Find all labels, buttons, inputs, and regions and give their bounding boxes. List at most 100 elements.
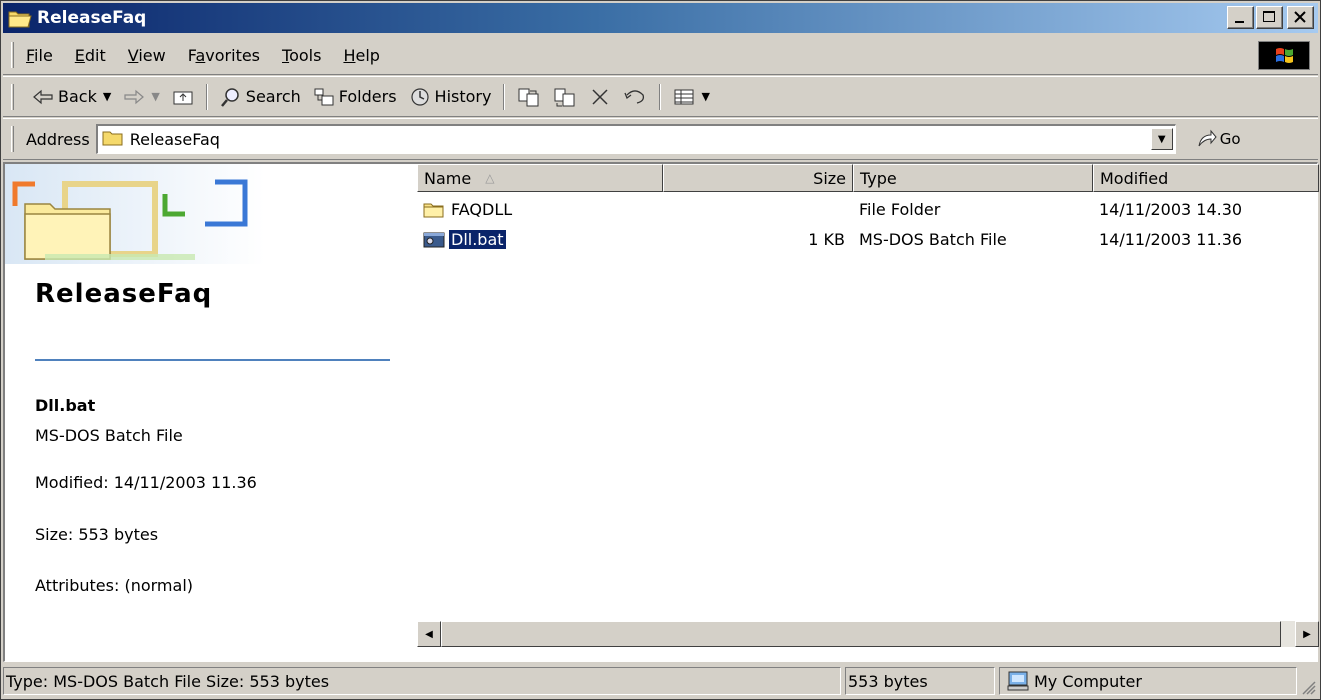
arrow-left-icon: ◀: [425, 628, 433, 640]
address-bar: Address ReleaseFaq ▼ Go: [3, 118, 1318, 160]
web-view-pane: ReleaseFaq Dll.bat MS-DOS Batch File Mod…: [5, 164, 415, 619]
address-input[interactable]: ReleaseFaq ▼: [95, 124, 1176, 154]
search-icon: [220, 87, 239, 107]
my-computer-icon: [1007, 671, 1029, 691]
menu-edit[interactable]: Edit: [75, 46, 106, 65]
delete-button[interactable]: [583, 81, 617, 113]
folder-banner: ReleaseFaq: [5, 164, 415, 361]
column-name-label: Name: [424, 168, 472, 188]
folder-open-icon: [7, 7, 33, 29]
menu-help[interactable]: Help: [343, 46, 379, 65]
status-zone: My Computer: [999, 667, 1297, 695]
history-label: History: [434, 87, 492, 106]
file-type: MS-DOS Batch File: [859, 230, 1007, 249]
column-modified-label: Modified: [1100, 168, 1169, 188]
address-grip[interactable]: [11, 126, 14, 152]
folders-label: Folders: [338, 87, 397, 106]
status-size-text: 553 bytes: [848, 671, 928, 691]
status-size: 553 bytes: [845, 667, 995, 695]
search-label: Search: [245, 87, 301, 106]
window-controls: [1227, 6, 1314, 29]
toolbar-grip[interactable]: [11, 83, 14, 110]
back-label: Back: [58, 87, 97, 106]
toolbar-separator: [205, 83, 208, 110]
standard-toolbar: Back ▼ ▼ Search Folders History ▼: [3, 76, 1318, 117]
menu-grip[interactable]: [11, 42, 14, 68]
arrow-right-icon: ▶: [1303, 628, 1311, 640]
banner-divider: [35, 359, 390, 361]
status-zone-text: My Computer: [1034, 671, 1142, 691]
back-arrow-icon: [33, 89, 53, 104]
history-button[interactable]: History: [403, 81, 498, 113]
file-name: FAQDLL: [451, 200, 513, 219]
undo-button[interactable]: [617, 81, 653, 113]
toolbar-separator: [503, 83, 506, 110]
up-folder-icon: [173, 91, 193, 104]
menu-view[interactable]: View: [128, 46, 166, 65]
status-main: Type: MS-DOS Batch File Size: 553 bytes: [3, 667, 841, 695]
column-header-size[interactable]: Size: [663, 164, 853, 192]
window-title: ReleaseFaq: [37, 8, 147, 28]
scroll-left-button[interactable]: ◀: [417, 621, 441, 647]
file-list[interactable]: Name △ Size Type Modified FAQDLL File Fo…: [417, 164, 1319, 619]
column-header-type[interactable]: Type: [853, 164, 1093, 192]
column-header-modified[interactable]: Modified: [1093, 164, 1319, 192]
list-item[interactable]: FAQDLL File Folder 14/11/2003 14.30: [417, 196, 1319, 226]
search-button[interactable]: Search: [214, 81, 307, 113]
selected-file-name: Dll.bat: [35, 396, 96, 415]
move-to-button[interactable]: [511, 81, 547, 113]
go-arrow-icon: [1198, 129, 1217, 147]
minimize-icon: [1235, 21, 1244, 23]
column-type-label: Type: [860, 168, 897, 188]
windows-logo-icon: [1258, 41, 1310, 70]
folder-banner-graphic: [5, 164, 265, 264]
close-button[interactable]: [1287, 6, 1314, 29]
go-button[interactable]: Go: [1196, 129, 1241, 149]
scroll-right-button[interactable]: ▶: [1295, 621, 1319, 647]
views-button[interactable]: ▼: [667, 81, 715, 113]
copy-to-icon: [554, 88, 575, 106]
list-item-name[interactable]: FAQDLL: [423, 200, 514, 219]
menu-file[interactable]: File: [26, 46, 53, 65]
explorer-window: ReleaseFaq File Edit View Favorites Tool…: [0, 0, 1321, 700]
minimize-button[interactable]: [1227, 6, 1254, 29]
menu-favorites[interactable]: Favorites: [188, 46, 260, 65]
batch-file-icon: [423, 232, 445, 247]
list-item-name[interactable]: Dll.bat: [423, 229, 507, 250]
folder-title: ReleaseFaq: [35, 279, 213, 309]
maximize-icon: [1263, 11, 1275, 22]
sort-ascending-icon: △: [485, 171, 495, 185]
address-dropdown-button[interactable]: ▼: [1150, 128, 1173, 150]
selected-file-type: MS-DOS Batch File: [35, 426, 183, 445]
go-label: Go: [1219, 130, 1241, 148]
file-modified: 14/11/2003 14.30: [1099, 200, 1243, 219]
history-icon: [410, 87, 429, 106]
title-bar[interactable]: ReleaseFaq: [3, 3, 1318, 33]
scrollbar-thumb[interactable]: [441, 621, 1281, 647]
copy-to-button[interactable]: [547, 81, 583, 113]
forward-button[interactable]: ▼: [117, 81, 165, 113]
file-modified: 14/11/2003 11.36: [1099, 230, 1243, 249]
column-header-name[interactable]: Name △: [417, 164, 663, 192]
list-item[interactable]: Dll.bat 1 KB MS-DOS Batch File 14/11/200…: [417, 226, 1319, 256]
dropdown-arrow-icon[interactable]: ▼: [701, 90, 709, 103]
selected-file-modified: Modified: 14/11/2003 11.36: [35, 473, 257, 492]
dropdown-arrow-icon[interactable]: ▼: [103, 90, 111, 103]
move-to-icon: [518, 88, 539, 106]
horizontal-scrollbar[interactable]: ◀ ▶: [417, 621, 1319, 647]
file-size: 1 KB: [808, 230, 845, 249]
dropdown-arrow-icon[interactable]: ▼: [151, 90, 159, 103]
menu-tools[interactable]: Tools: [282, 46, 321, 65]
back-button[interactable]: Back ▼: [26, 81, 117, 113]
maximize-button[interactable]: [1256, 6, 1283, 29]
selected-file-attributes: Attributes: (normal): [35, 576, 194, 595]
up-button[interactable]: [166, 81, 200, 113]
forward-arrow-icon: [124, 89, 145, 104]
folders-button[interactable]: Folders: [307, 81, 403, 113]
status-bar: Type: MS-DOS Batch File Size: 553 bytes …: [3, 665, 1318, 697]
file-name: Dll.bat: [448, 229, 507, 250]
undo-icon: [624, 89, 645, 104]
resize-grip-icon[interactable]: [1298, 677, 1316, 695]
delete-icon: [592, 88, 608, 105]
menu-bar: File Edit View Favorites Tools Help: [3, 36, 1318, 75]
